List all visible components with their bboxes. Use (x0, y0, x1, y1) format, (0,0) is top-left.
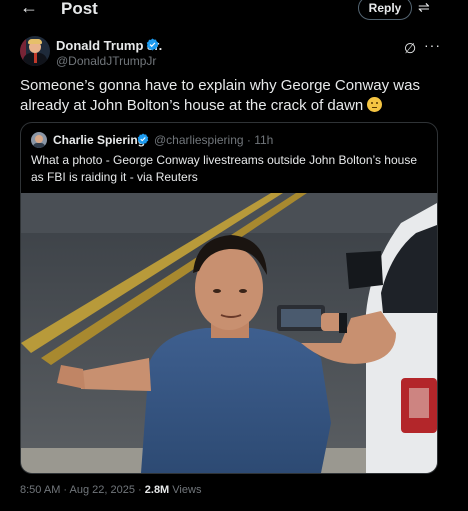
settings-icon[interactable]: ⇌ (418, 0, 430, 16)
quoted-avatar[interactable] (31, 132, 47, 148)
quoted-handle-time: @charliespiering · 11h (154, 133, 274, 147)
top-bar: ← Post Reply ⇌ (0, 0, 468, 20)
news-photo[interactable] (21, 193, 437, 473)
page-title: Post (61, 0, 98, 18)
quoted-text: What a photo - George Conway livestreams… (31, 153, 417, 184)
thinking-face-icon (367, 97, 383, 112)
back-arrow-icon[interactable]: ← (20, 0, 38, 18)
views-label: Views (172, 484, 202, 496)
views-count: 2.8M (144, 484, 170, 496)
tweet-timestamp: 8:50 AM · Aug 22, 2025 · 2.8M Views (20, 484, 201, 496)
reply-button[interactable]: Reply (358, 0, 412, 20)
timestamp-text[interactable]: 8:50 AM · Aug 22, 2025 · (20, 484, 142, 496)
grok-icon[interactable]: ∅ (404, 40, 416, 57)
author-handle[interactable]: @DonaldJTrumpJr (56, 54, 156, 68)
quoted-tweet[interactable]: Charlie Spiering @charliespiering · 11h … (20, 122, 438, 474)
tweet-text: Someone’s gonna have to explain why Geor… (20, 76, 440, 116)
quoted-author-name[interactable]: Charlie Spiering (53, 133, 145, 147)
tweet-body: Someone’s gonna have to explain why Geor… (20, 77, 420, 114)
more-options-icon[interactable]: ··· (424, 37, 441, 53)
quoted-verified-badge-icon (137, 133, 149, 145)
avatar[interactable] (20, 36, 50, 66)
verified-badge-icon (146, 38, 159, 51)
